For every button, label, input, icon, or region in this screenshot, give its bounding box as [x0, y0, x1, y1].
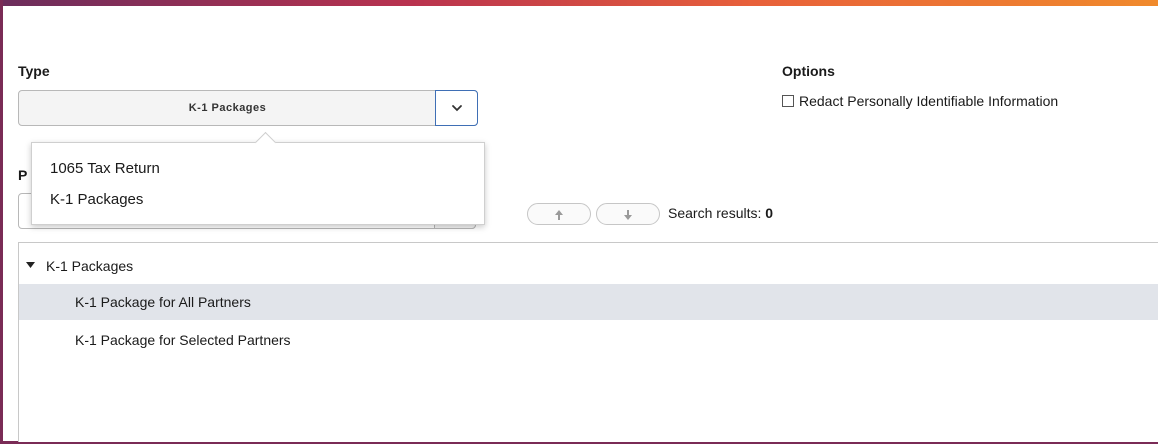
tree-item-label: K-1 Package for All Partners	[75, 294, 251, 310]
type-select[interactable]: K-1 Packages	[18, 90, 478, 126]
dropdown-option-k1-packages[interactable]: K-1 Packages	[50, 191, 143, 208]
dropdown-pointer	[254, 131, 277, 154]
dropdown-option-1065-tax-return[interactable]: 1065 Tax Return	[50, 160, 160, 177]
type-dropdown-menu: 1065 Tax Return K-1 Packages	[31, 131, 485, 225]
search-results-label: Search results:	[668, 205, 762, 221]
arrow-up-icon	[555, 210, 563, 220]
type-select-value: K-1 Packages	[188, 102, 267, 114]
left-window-border	[0, 0, 3, 444]
arrow-down-icon	[624, 210, 632, 220]
previous-result-button[interactable]	[527, 203, 591, 225]
type-label: Type	[18, 63, 50, 79]
partial-section-label: P	[18, 167, 28, 183]
tree-item-all-partners[interactable]: K-1 Package for All Partners	[19, 284, 1158, 320]
search-results-count: 0	[765, 205, 774, 221]
tree-root-row[interactable]: K-1 Packages	[19, 248, 1158, 284]
redact-pii-label: Redact Personally Identifiable Informati…	[799, 93, 1059, 109]
next-result-button[interactable]	[596, 203, 660, 225]
tree-item-selected-partners[interactable]: K-1 Package for Selected Partners	[19, 322, 1158, 358]
redact-pii-checkbox[interactable]	[782, 95, 794, 107]
top-accent-bar	[0, 0, 1158, 6]
redact-pii-option[interactable]: Redact Personally Identifiable Informati…	[782, 92, 1058, 110]
type-select-toggle-button[interactable]	[435, 90, 478, 126]
tree-root-label: K-1 Packages	[46, 258, 134, 274]
search-results: Search results: 0	[668, 205, 773, 221]
options-label: Options	[782, 63, 835, 79]
tree-item-label: K-1 Package for Selected Partners	[75, 332, 291, 348]
chevron-down-icon	[452, 105, 462, 112]
caret-down-icon[interactable]	[26, 262, 35, 269]
package-tree: K-1 Packages K-1 Package for All Partner…	[18, 242, 1158, 442]
